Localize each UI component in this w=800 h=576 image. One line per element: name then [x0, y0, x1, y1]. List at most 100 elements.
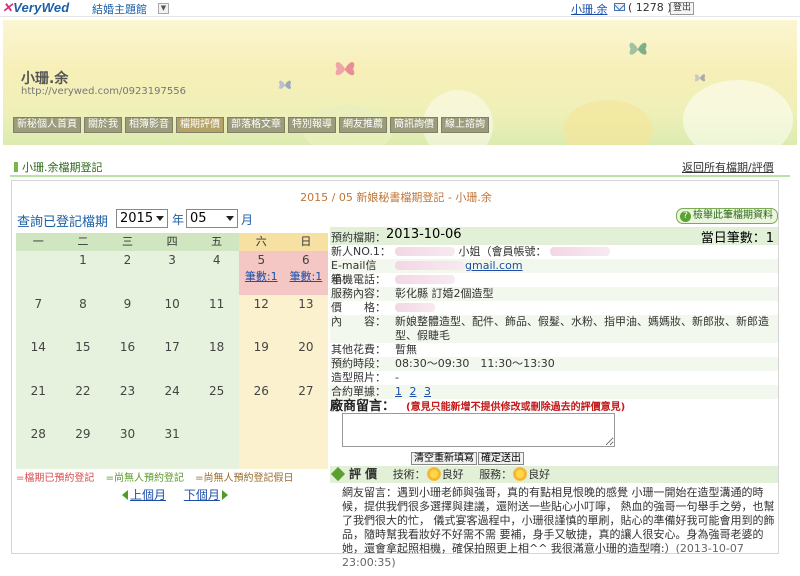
calendar-day[interactable]: 3 [149, 251, 195, 295]
day-number: 1 [79, 253, 87, 267]
sun-icon [514, 468, 527, 480]
calendar-day [283, 425, 329, 469]
butterfly-icon [629, 42, 647, 55]
day-number: 29 [75, 427, 91, 441]
nav-item-2[interactable]: 相簿影音 [125, 117, 173, 133]
day-number: 22 [75, 383, 91, 398]
contract-link-3[interactable]: 3 [424, 385, 431, 398]
mail-icon[interactable] [614, 3, 625, 11]
calendar-day [238, 425, 284, 469]
day-number: 14 [30, 340, 46, 354]
calendar-day[interactable]: 29 [60, 425, 106, 469]
month-select[interactable]: 05 [186, 209, 238, 228]
calendar-day[interactable]: 1 [60, 251, 106, 295]
site-menu-chevron-icon[interactable]: ▼ [158, 3, 169, 14]
nav-item-0[interactable]: 新秘個人首頁 [13, 117, 81, 133]
report-booking-button[interactable]: ? 檢舉此筆檔期資料 [676, 208, 778, 224]
calendar-day[interactable]: 2 [105, 251, 150, 295]
calendar-day[interactable]: 23 [105, 381, 150, 425]
day-number: 31 [164, 427, 180, 441]
calendar-day[interactable]: 31 [149, 425, 195, 469]
top-bar: ✕VeryWed 結婚主題館 ▼ 小珊.余 ( 1278 ) 登出 [0, 0, 800, 17]
clear-button[interactable]: 清空重新填寫 [411, 452, 477, 465]
prev-month-link[interactable]: 上個月 [130, 488, 166, 502]
calendar-day[interactable]: 24 [149, 381, 195, 425]
next-month-link[interactable]: 下個月 [184, 488, 220, 502]
month-pager: 上個月 下個月 [120, 486, 230, 503]
calendar-day[interactable]: 12 [238, 294, 284, 338]
verywed-logo[interactable]: ✕VeryWed [2, 0, 69, 16]
calendar-day[interactable]: 9 [105, 294, 150, 338]
profile-name: 小珊.余 [21, 71, 69, 87]
calendar-day[interactable]: 28 [16, 425, 61, 469]
nav-item-3[interactable]: 檔期評價 [176, 117, 224, 133]
vendor-message-input[interactable] [342, 413, 615, 447]
logout-button[interactable]: 登出 [670, 2, 695, 15]
booking-count-link[interactable]: 筆數:1 [239, 268, 284, 284]
booking-count-link[interactable]: 筆數:1 [284, 268, 329, 284]
other-fee-row: 其他花費： 暫無 [331, 343, 417, 356]
year-select[interactable]: 2015 [116, 209, 168, 228]
weekday-header: 一 [16, 233, 61, 251]
day-number: 19 [253, 340, 269, 354]
calendar-day[interactable]: 16 [105, 338, 150, 382]
month-unit: 月 [241, 213, 254, 227]
calendar-day[interactable]: 6 筆數:1 [283, 251, 329, 295]
calendar-day[interactable]: 19 [238, 338, 284, 382]
nav-item-5[interactable]: 特別報導 [288, 117, 336, 133]
question-icon: ? [680, 211, 691, 222]
nav-item-7[interactable]: 簡訊詢價 [390, 117, 438, 133]
calendar-day[interactable]: 21 [16, 381, 61, 425]
day-number: 6 [302, 253, 310, 267]
day-number: 20 [298, 340, 314, 354]
back-to-all-link[interactable]: 返回所有檔期/評價 [682, 159, 774, 175]
calendar-day[interactable]: 17 [149, 338, 195, 382]
contract-row: 合約單據： 1 2 3 [330, 385, 778, 399]
user-name-link[interactable]: 小珊.余 [571, 1, 608, 17]
calendar-day[interactable]: 10 [149, 294, 195, 338]
calendar-day[interactable]: 7 [16, 294, 61, 338]
day-number: 23 [119, 383, 136, 398]
evaluation-bar: 評 價 技術： 良好 服務： 良好 [330, 466, 778, 483]
calendar-day[interactable]: 18 [194, 338, 239, 382]
nav-item-8[interactable]: 線上諮詢 [441, 117, 489, 133]
day-number: 5 [257, 253, 266, 267]
calendar-day[interactable]: 22 [60, 381, 106, 425]
calendar-day[interactable]: 5 筆數:1 [238, 251, 284, 295]
nav-item-1[interactable]: 關於我 [84, 117, 122, 133]
email-link[interactable]: gmail.com [465, 259, 523, 272]
calendar-day[interactable]: 20 [283, 338, 329, 382]
site-name[interactable]: 結婚主題館 [92, 1, 147, 17]
contract-link-2[interactable]: 2 [410, 385, 417, 398]
nav-item-4[interactable]: 部落格文章 [227, 117, 285, 133]
calendar-grid: 1 2 3 4 5 筆數:1 6 筆數:1 7 8 9 10 11 12 13 14 15 16 17 18 19 20 2… [16, 251, 329, 469]
schedule-title: 2015 / 05 新娘秘書檔期登記 - 小珊.余 [300, 191, 492, 204]
nav-item-6[interactable]: 網友推薦 [339, 117, 387, 133]
day-number: 11 [209, 296, 225, 311]
profile-banner: 小珊.余 http://verywed.com/0923197556 新秘個人首… [3, 20, 797, 145]
day-number: 2 [123, 253, 132, 267]
calendar-day[interactable]: 8 [60, 294, 106, 338]
day-number: 21 [30, 383, 46, 398]
calendar-day[interactable]: 14 [16, 338, 61, 382]
submit-button[interactable]: 確定送出 [478, 452, 524, 465]
sun-icon [427, 468, 440, 480]
butterfly-icon [279, 80, 291, 89]
mail-count[interactable]: ( 1278 ) [628, 1, 672, 14]
content-row: 內 容： 新娘整體造型、配件、飾品、假髮、水粉、指甲油、媽媽妝、新郎妝、新郎造型、… [330, 315, 778, 343]
calendar-day[interactable]: 27 [283, 381, 329, 425]
calendar-day[interactable]: 15 [60, 338, 106, 382]
calendar-day[interactable]: 25 [194, 381, 239, 425]
redacted-account [550, 247, 610, 256]
calendar-day[interactable]: 30 [105, 425, 150, 469]
calendar-day[interactable]: 26 [238, 381, 284, 425]
flower-decoration [563, 100, 653, 145]
booking-date-row: 預約檔期： 2013-10-06 當日筆數：1 [330, 227, 778, 246]
day-number: 17 [164, 340, 180, 354]
calendar-day[interactable]: 4 [194, 251, 239, 295]
day-number: 26 [253, 383, 269, 398]
calendar-day[interactable]: 11 [194, 294, 239, 338]
day-number: 3 [168, 253, 176, 267]
calendar-day[interactable]: 13 [283, 294, 329, 338]
day-number: 16 [119, 340, 136, 354]
